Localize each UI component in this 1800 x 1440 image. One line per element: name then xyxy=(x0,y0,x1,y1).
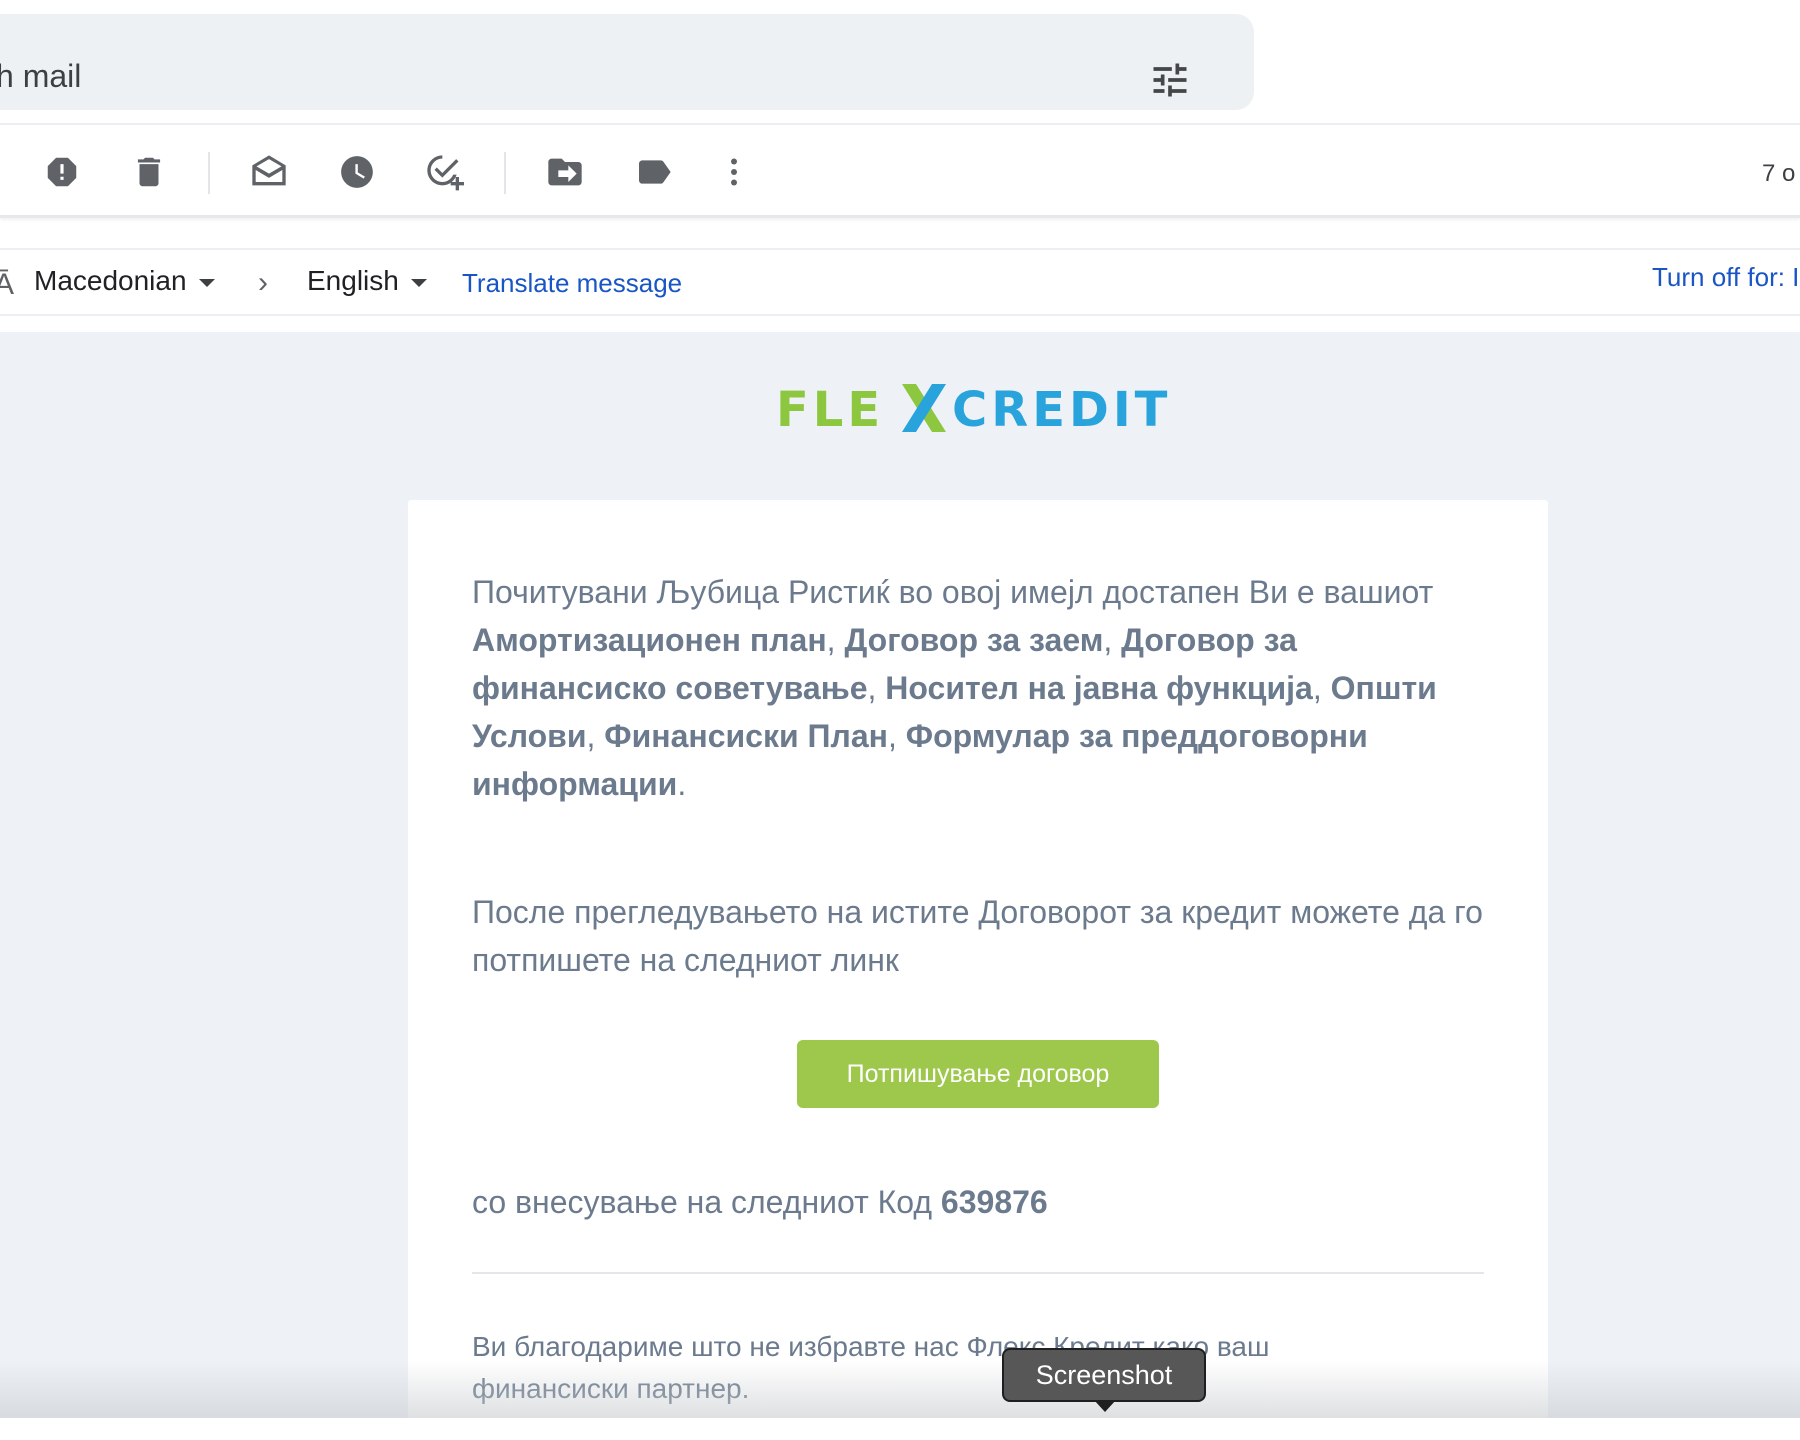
document-name: Договор за заем xyxy=(844,622,1104,658)
svg-text:FLE: FLE xyxy=(776,382,884,438)
translate-bar: Ā Macedonian › English Translate message… xyxy=(0,248,1800,316)
document-name: Амортизационен план xyxy=(472,622,827,658)
move-to-icon xyxy=(548,158,582,186)
translate-message-link[interactable]: Translate message xyxy=(462,268,682,299)
greeting-lead: Почитувани Љубица Ристиќ во овој имејл д… xyxy=(472,574,1434,610)
trash-icon xyxy=(137,157,161,187)
more-vert-icon xyxy=(731,158,737,186)
divider xyxy=(472,1272,1484,1274)
toolbar-separator xyxy=(208,152,210,194)
code-lead: со внесување на следниот Код xyxy=(472,1184,941,1220)
message-toolbar: 7 o xyxy=(0,126,1800,218)
labels-button[interactable] xyxy=(632,150,676,194)
chevron-down-icon xyxy=(198,278,215,287)
move-to-button[interactable] xyxy=(543,150,587,194)
mark-unread-button[interactable] xyxy=(247,150,291,194)
sign-contract-button[interactable]: Потпишување договор xyxy=(797,1040,1159,1108)
code-paragraph: со внесување на следниот Код 639876 xyxy=(472,1178,1048,1226)
source-language-select[interactable]: Macedonian xyxy=(34,265,215,297)
delete-button[interactable] xyxy=(127,150,171,194)
search-options-icon[interactable] xyxy=(1148,58,1192,102)
search-bar[interactable]: ch mail xyxy=(0,14,1254,110)
svg-text:CREDIT: CREDIT xyxy=(952,382,1171,438)
add-to-tasks-button[interactable] xyxy=(422,150,466,194)
target-language-label: English xyxy=(307,265,399,296)
clock-icon xyxy=(341,156,373,188)
label-icon xyxy=(639,160,671,184)
document-name: Финансиски План xyxy=(604,718,888,754)
greeting-paragraph: Почитувани Љубица Ристиќ во овој имејл д… xyxy=(472,574,1437,802)
pagination-count: 7 o xyxy=(1762,160,1796,187)
add-task-icon xyxy=(427,155,464,191)
bottom-fade xyxy=(0,1360,1800,1418)
verification-code: 639876 xyxy=(940,1184,1048,1220)
toolbar-separator xyxy=(504,152,506,194)
document-name: Носител на јавна функција xyxy=(885,670,1313,706)
translate-icon: Ā xyxy=(0,268,15,301)
report-spam-button[interactable] xyxy=(40,150,84,194)
turn-off-translation-link[interactable]: Turn off for: I xyxy=(1652,262,1799,293)
instruction-paragraph: После прегледувањето на истите Договорот… xyxy=(472,894,1483,978)
email-card: Почитувани Љубица Ристиќ во овој имејл д… xyxy=(408,500,1548,1440)
more-options-button[interactable] xyxy=(712,150,756,194)
snooze-button[interactable] xyxy=(335,150,379,194)
flexcredit-logo: FLE CREDIT xyxy=(776,382,1171,438)
target-language-select[interactable]: English xyxy=(307,265,427,297)
screenshot-tooltip: Screenshot xyxy=(1002,1348,1206,1402)
tooltip-tail xyxy=(1094,1400,1116,1412)
source-language-label: Macedonian xyxy=(34,265,187,296)
chevron-right-icon: › xyxy=(258,266,268,299)
divider xyxy=(0,123,1800,125)
search-input[interactable]: ch mail xyxy=(0,58,81,94)
report-spam-icon xyxy=(47,157,77,187)
chevron-down-icon xyxy=(410,278,427,287)
mark-unread-icon xyxy=(252,155,286,186)
